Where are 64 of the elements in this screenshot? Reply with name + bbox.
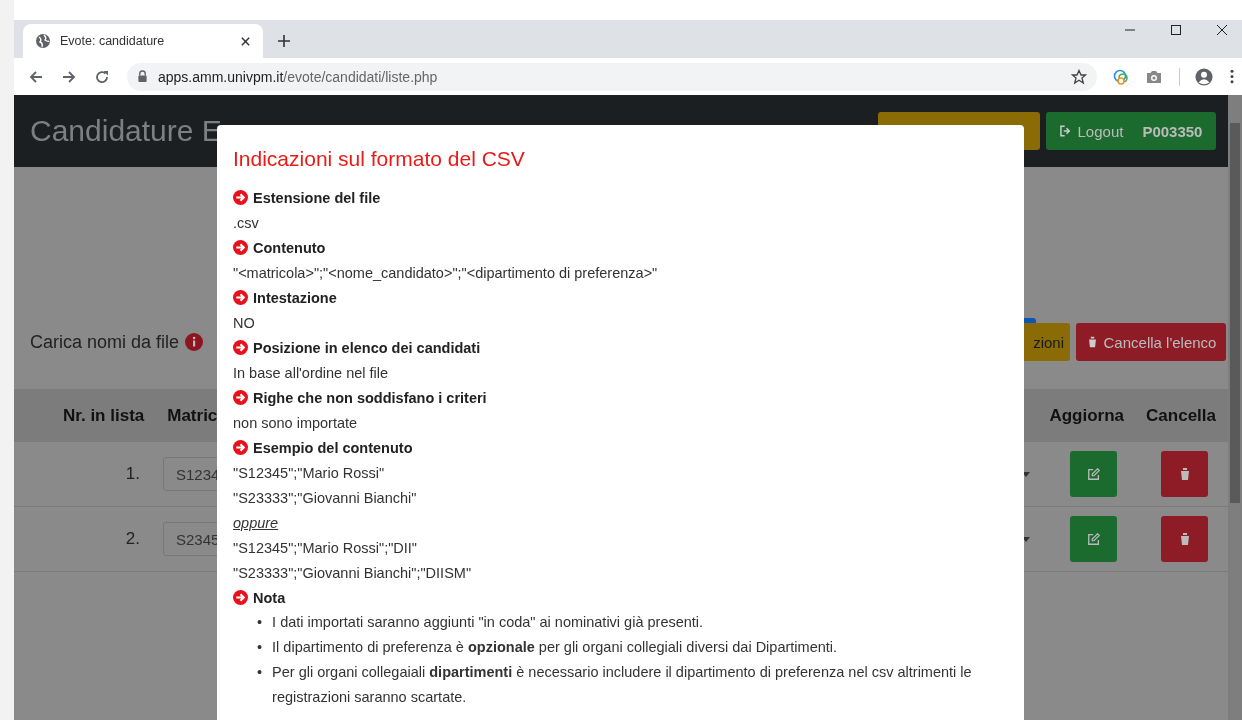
bullet-marker: • xyxy=(257,638,263,657)
section-heading: Nota xyxy=(253,589,286,606)
reload-icon[interactable] xyxy=(94,68,110,85)
url-host: apps.amm.univpm.it xyxy=(158,68,284,85)
arrow-circle-icon xyxy=(233,240,248,255)
logout-icon xyxy=(1059,125,1073,137)
address-field[interactable]: apps.amm.univpm.it/evote/candidati/liste.php xyxy=(127,62,1097,91)
delete-button[interactable] xyxy=(1161,451,1208,497)
bullet-marker: • xyxy=(257,613,263,632)
bullet-item: Il dipartimento di preferenza è opzionale per gli organi collegiali diversi dai Dipartimenti. xyxy=(272,638,838,657)
row-number: 2. xyxy=(124,529,140,549)
bullet-marker: • xyxy=(257,663,263,682)
forward-icon[interactable] xyxy=(61,68,77,85)
edit-icon xyxy=(1086,467,1101,481)
bullet-item: I dati importati saranno aggiunti "in coda" ai nominativi già presenti. xyxy=(272,613,704,632)
section-heading: Posizione in elenco dei candidati xyxy=(253,339,481,356)
lock-icon xyxy=(137,70,148,83)
delete-button[interactable] xyxy=(1161,516,1208,562)
scrollbar[interactable] xyxy=(1230,123,1240,503)
edit-button[interactable] xyxy=(1070,451,1117,497)
row-number: 1. xyxy=(124,464,140,484)
arrow-circle-icon xyxy=(233,340,248,355)
column-header: Cancella xyxy=(1146,405,1216,426)
clear-list-button[interactable]: Cancella l'elenco xyxy=(1076,323,1226,361)
browser-tab[interactable]: Evote: candidature xyxy=(23,24,263,58)
maximize-icon[interactable] xyxy=(1170,24,1182,36)
arrow-circle-icon xyxy=(233,290,248,305)
url-path: /evote/candidati/liste.php xyxy=(283,68,438,85)
logout-button[interactable]: Logout P003350 xyxy=(1046,112,1216,150)
close-icon[interactable] xyxy=(240,35,251,47)
edit-button[interactable] xyxy=(1070,516,1117,562)
globe-icon xyxy=(35,33,51,49)
arrow-circle-icon xyxy=(233,390,248,405)
section-text: "S23333";"Giovanni Bianchi" xyxy=(233,489,417,506)
modal-title: Indicazioni sul formato del CSV xyxy=(233,147,526,171)
section-heading: Estensione del file xyxy=(253,189,381,206)
section-heading: Contenuto xyxy=(253,239,326,256)
arrow-circle-icon xyxy=(233,190,248,205)
circles-icon[interactable] xyxy=(1112,67,1130,86)
menu-icon[interactable] xyxy=(1230,69,1234,84)
section-heading: Righe che non soddisfano i criteri xyxy=(253,389,487,406)
section-text: "S23333";"Giovanni Bianchi";"DIISM" xyxy=(233,564,472,581)
arrow-circle-icon xyxy=(233,590,248,605)
info-icon[interactable] xyxy=(185,333,204,351)
section-heading: Intestazione xyxy=(253,289,337,306)
section-text: non sono importate xyxy=(233,414,358,431)
new-tab-icon[interactable] xyxy=(277,34,291,48)
column-header: Matric xyxy=(167,405,218,426)
bullet-item: Per gli organi collegaiali dipartimenti è necessario includere il dipartimento di preferenza nel csv altrimenti le registrazioni saranno scartate. xyxy=(272,663,973,707)
arrow-circle-icon xyxy=(233,440,248,455)
account-icon[interactable] xyxy=(1195,67,1213,86)
column-header: Nr. in lista xyxy=(63,405,145,426)
back-icon[interactable] xyxy=(28,68,44,85)
section-text: .csv xyxy=(233,214,259,231)
upload-label: Carica nomi da file xyxy=(30,331,180,353)
close-icon[interactable] xyxy=(1216,24,1228,36)
section-text: "<matricola>";"<nome_candidato>";"<dipartimento di preferenza>" xyxy=(233,264,658,281)
section-text: NO xyxy=(233,314,255,331)
section-heading: Esempio del contenuto xyxy=(253,439,413,456)
tab-title: Evote: candidature xyxy=(60,34,166,48)
section-text: In base all'ordine nel file xyxy=(233,364,389,381)
edit-icon xyxy=(1086,532,1101,546)
column-header: Aggiorna xyxy=(1049,405,1125,426)
star-icon[interactable] xyxy=(1071,68,1087,85)
